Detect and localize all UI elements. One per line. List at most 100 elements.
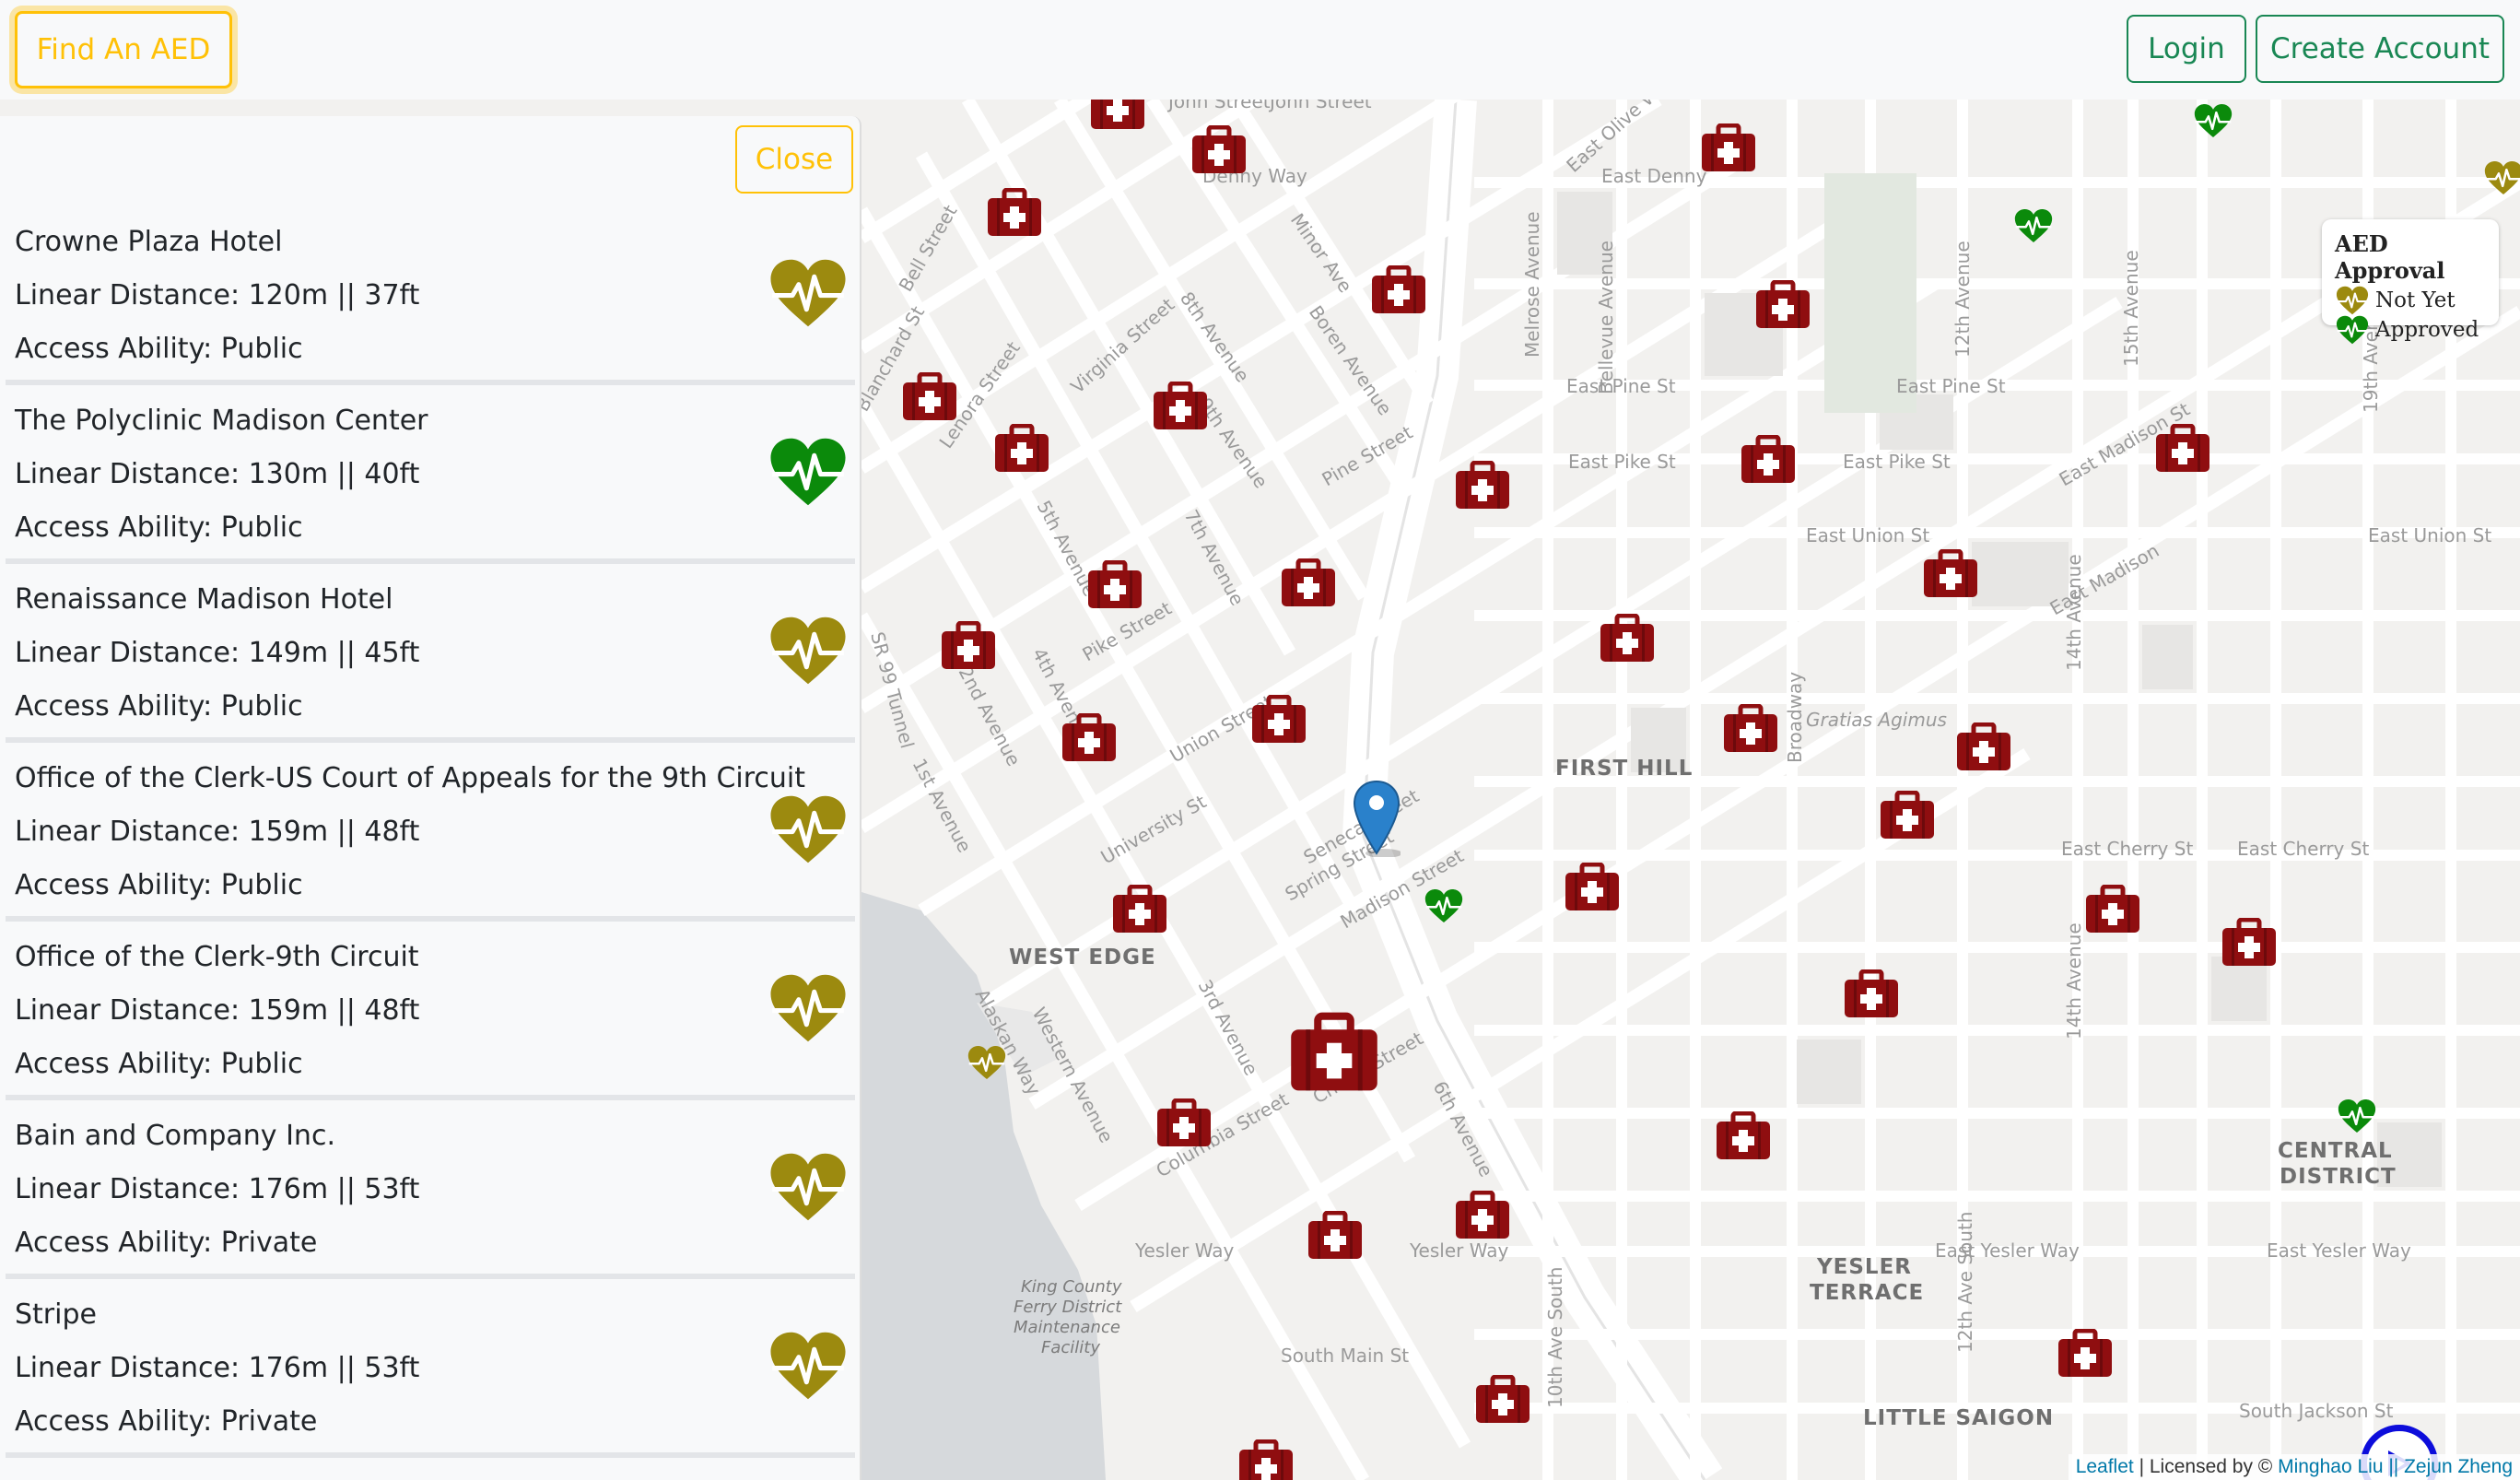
- aed-kit-marker[interactable]: [1474, 1375, 1531, 1425]
- find-aed-button[interactable]: Find An AED: [15, 11, 232, 88]
- close-button[interactable]: Close: [735, 125, 853, 194]
- aed-kit-marker[interactable]: [1089, 100, 1146, 131]
- svg-text:Melrose Avenue: Melrose Avenue: [1521, 211, 1543, 358]
- aed-kit-marker[interactable]: [1061, 713, 1118, 763]
- aed-kit-marker[interactable]: [1307, 1211, 1364, 1261]
- legend-row-approved: Approved: [2335, 315, 2486, 345]
- aed-access: Access Ability: Private: [15, 1227, 318, 1259]
- heart-not-yet-icon: [768, 616, 848, 686]
- legend-title: AED Approval: [2335, 230, 2445, 284]
- aed-kit-marker[interactable]: [1280, 558, 1337, 608]
- aed-kit-marker[interactable]: [1722, 704, 1779, 754]
- svg-text:Broadway: Broadway: [1784, 672, 1806, 763]
- svg-text:John Street: John Street: [1268, 100, 1372, 112]
- svg-text:14th Avenue: 14th Avenue: [2063, 554, 2085, 671]
- svg-text:10th Ave South: 10th Ave South: [1544, 1267, 1566, 1408]
- aed-access: Access Ability: Public: [15, 690, 303, 722]
- aed-kit-marker[interactable]: [1111, 885, 1168, 934]
- aed-kit-marker[interactable]: [1155, 1098, 1213, 1148]
- aed-kit-marker[interactable]: [1086, 560, 1143, 610]
- aed-distance: Linear Distance: 130m || 40ft: [15, 458, 420, 490]
- svg-text:John Street: John Street: [1166, 100, 1271, 112]
- login-button[interactable]: Login: [2127, 15, 2246, 83]
- aed-approved-marker[interactable]: [2338, 1098, 2376, 1133]
- aed-kit-marker[interactable]: [2154, 424, 2211, 474]
- aed-kit-marker[interactable]: [1955, 722, 2012, 772]
- current-location-pin[interactable]: [1353, 780, 1401, 857]
- aed-kit-marker[interactable]: [1922, 549, 1979, 599]
- svg-text:Facility: Facility: [1041, 1338, 1100, 1357]
- aed-access: Access Ability: Private: [15, 1405, 318, 1438]
- heart-approved-icon: [2335, 315, 2370, 345]
- aed-approved-marker[interactable]: [1424, 888, 1463, 923]
- aed-kit-marker[interactable]: [2084, 885, 2141, 934]
- svg-text:LITTLE SAIGON: LITTLE SAIGON: [1863, 1406, 2054, 1430]
- aed-list-item[interactable]: Stripe Linear Distance: 176m || 53ft Acces…: [6, 1279, 855, 1458]
- aed-kit-marker[interactable]: [1599, 614, 1656, 664]
- svg-text:3rd Avenue: 3rd Avenue: [1194, 976, 1263, 1079]
- aed-list-item[interactable]: Office of the Clerk-US Court of Appeals …: [6, 743, 855, 922]
- aed-name: Renaissance Madison Hotel: [15, 583, 393, 616]
- svg-text:King County: King County: [1021, 1277, 1122, 1297]
- aed-kit-marker[interactable]: [2221, 918, 2278, 968]
- aed-distance: Linear Distance: 159m || 48ft: [15, 994, 420, 1027]
- svg-text:12th Avenue: 12th Avenue: [1952, 241, 1974, 358]
- svg-text:14th Avenue: 14th Avenue: [2063, 922, 2085, 1040]
- aed-kit-marker-selected[interactable]: [1288, 1012, 1380, 1095]
- aed-kit-marker[interactable]: [1250, 695, 1307, 745]
- aed-kit-marker[interactable]: [940, 621, 997, 671]
- aed-kit-marker[interactable]: [1564, 863, 1621, 912]
- aed-kit-marker[interactable]: [1879, 791, 1936, 840]
- aed-distance: Linear Distance: 176m || 53ft: [15, 1173, 420, 1205]
- svg-text:WEST EDGE: WEST EDGE: [1009, 946, 1156, 969]
- aed-approved-marker[interactable]: [2014, 208, 2053, 243]
- aed-kit-marker[interactable]: [1190, 125, 1248, 175]
- svg-text:East Pine St: East Pine St: [1566, 375, 1676, 397]
- aed-name: Office of the Clerk-9th Circuit: [15, 941, 419, 973]
- svg-text:South Jackson St: South Jackson St: [2239, 1400, 2394, 1422]
- svg-text:Minor Ave: Minor Ave: [1286, 209, 1356, 297]
- aed-distance: Linear Distance: 159m || 48ft: [15, 816, 420, 848]
- heart-approved-icon: [768, 437, 848, 507]
- aed-kit-marker[interactable]: [986, 188, 1043, 238]
- aed-list-item[interactable]: The Polyclinic Madison Center Linear Dist…: [6, 385, 855, 564]
- aed-kit-marker[interactable]: [1454, 1191, 1511, 1240]
- aed-kit-marker[interactable]: [901, 372, 958, 422]
- aed-list-item[interactable]: Renaissance Madison Hotel Linear Distance…: [6, 564, 855, 743]
- aed-access: Access Ability: Public: [15, 869, 303, 901]
- aed-not-yet-marker[interactable]: [2484, 160, 2520, 195]
- aed-approved-marker[interactable]: [2194, 103, 2233, 138]
- aed-list-item[interactable]: Office of the Clerk-9th Circuit Linear Di…: [6, 922, 855, 1100]
- aed-kit-marker[interactable]: [1843, 969, 1900, 1019]
- heart-not-yet-icon: [768, 794, 848, 864]
- leaflet-link[interactable]: Leaflet: [2076, 1456, 2134, 1477]
- create-account-button[interactable]: Create Account: [2256, 15, 2504, 83]
- legend-not-yet-label: Not Yet: [2375, 288, 2456, 312]
- svg-text:12th Ave South: 12th Ave South: [1954, 1212, 1976, 1353]
- aed-name: Crowne Plaza Hotel: [15, 226, 283, 258]
- aed-kit-marker[interactable]: [1700, 123, 1757, 173]
- aed-kit-marker[interactable]: [1370, 265, 1427, 315]
- aed-kit-marker[interactable]: [993, 424, 1050, 474]
- aed-list-item[interactable]: Crowne Plaza Hotel Linear Distance: 120m …: [6, 206, 855, 385]
- aed-access: Access Ability: Public: [15, 1048, 303, 1080]
- aed-kit-marker[interactable]: [2057, 1329, 2114, 1379]
- attribution-text: | Licensed by ©: [2133, 1456, 2279, 1477]
- heart-not-yet-icon: [768, 973, 848, 1043]
- aed-kit-marker[interactable]: [1152, 382, 1209, 431]
- aed-kit-marker[interactable]: [1454, 461, 1511, 511]
- aed-not-yet-marker[interactable]: [967, 1045, 1006, 1080]
- aed-name: Stripe: [15, 1298, 97, 1331]
- svg-text:CENTRAL: CENTRAL: [2278, 1139, 2393, 1163]
- authors-link[interactable]: Minghao Liu || Zejun Zheng: [2278, 1456, 2513, 1477]
- aed-name: Bain and Company Inc.: [15, 1120, 335, 1152]
- svg-text:East Union St: East Union St: [1806, 524, 1929, 546]
- aed-list-item[interactable]: Bain and Company Inc. Linear Distance: 17…: [6, 1100, 855, 1279]
- aed-kit-marker[interactable]: [1754, 280, 1811, 330]
- aed-kit-marker[interactable]: [1715, 1111, 1772, 1161]
- aed-access: Access Ability: Public: [15, 511, 303, 544]
- svg-text:East Union St: East Union St: [2368, 524, 2491, 546]
- aed-kit-marker[interactable]: [1740, 435, 1797, 485]
- aed-kit-marker[interactable]: [1237, 1439, 1295, 1480]
- heart-not-yet-icon: [768, 258, 848, 328]
